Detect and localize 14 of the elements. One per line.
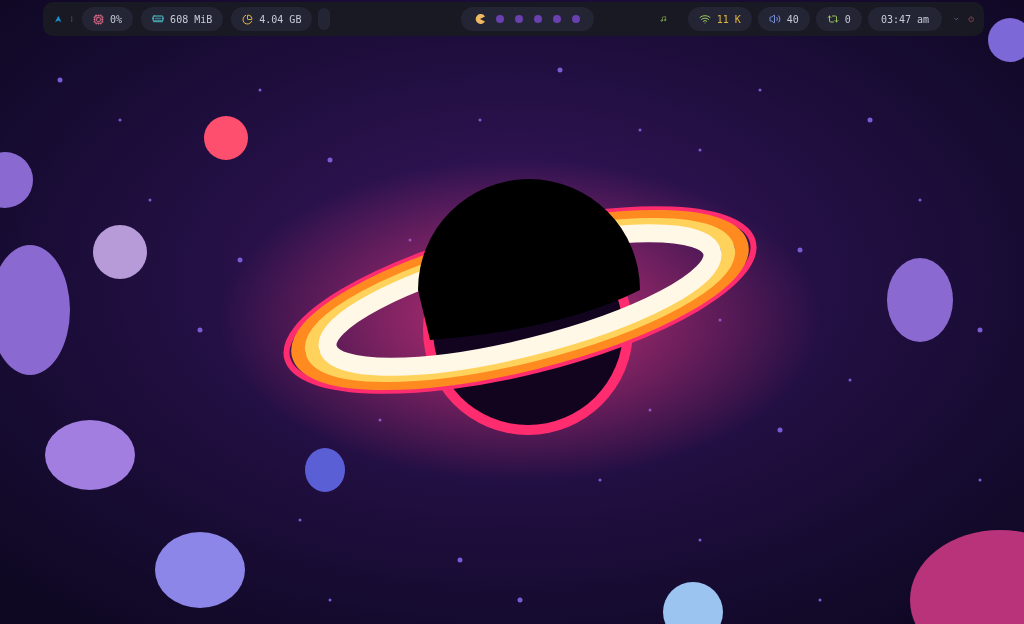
disk-module[interactable]: 4.04 GB — [231, 7, 313, 31]
network-module[interactable]: 11 K — [687, 7, 752, 31]
clock-time: 03:47 am — [880, 12, 930, 27]
volume-module[interactable]: 40 — [757, 7, 810, 31]
updates-reading: 0 — [844, 12, 851, 27]
disk-reading: 4.04 GB — [259, 12, 302, 27]
updates-module[interactable]: 0 — [815, 7, 862, 31]
cpu-reading: 0% — [110, 12, 123, 27]
memory-reading: 608 MiB — [170, 12, 213, 27]
cpu-module[interactable]: 0% — [82, 7, 134, 31]
network-reading: 11 K — [716, 12, 741, 27]
clock-module[interactable]: 03:47 am — [867, 7, 943, 31]
volume-reading: 40 — [786, 12, 799, 27]
memory-module[interactable]: 608 MiB — [141, 7, 224, 31]
